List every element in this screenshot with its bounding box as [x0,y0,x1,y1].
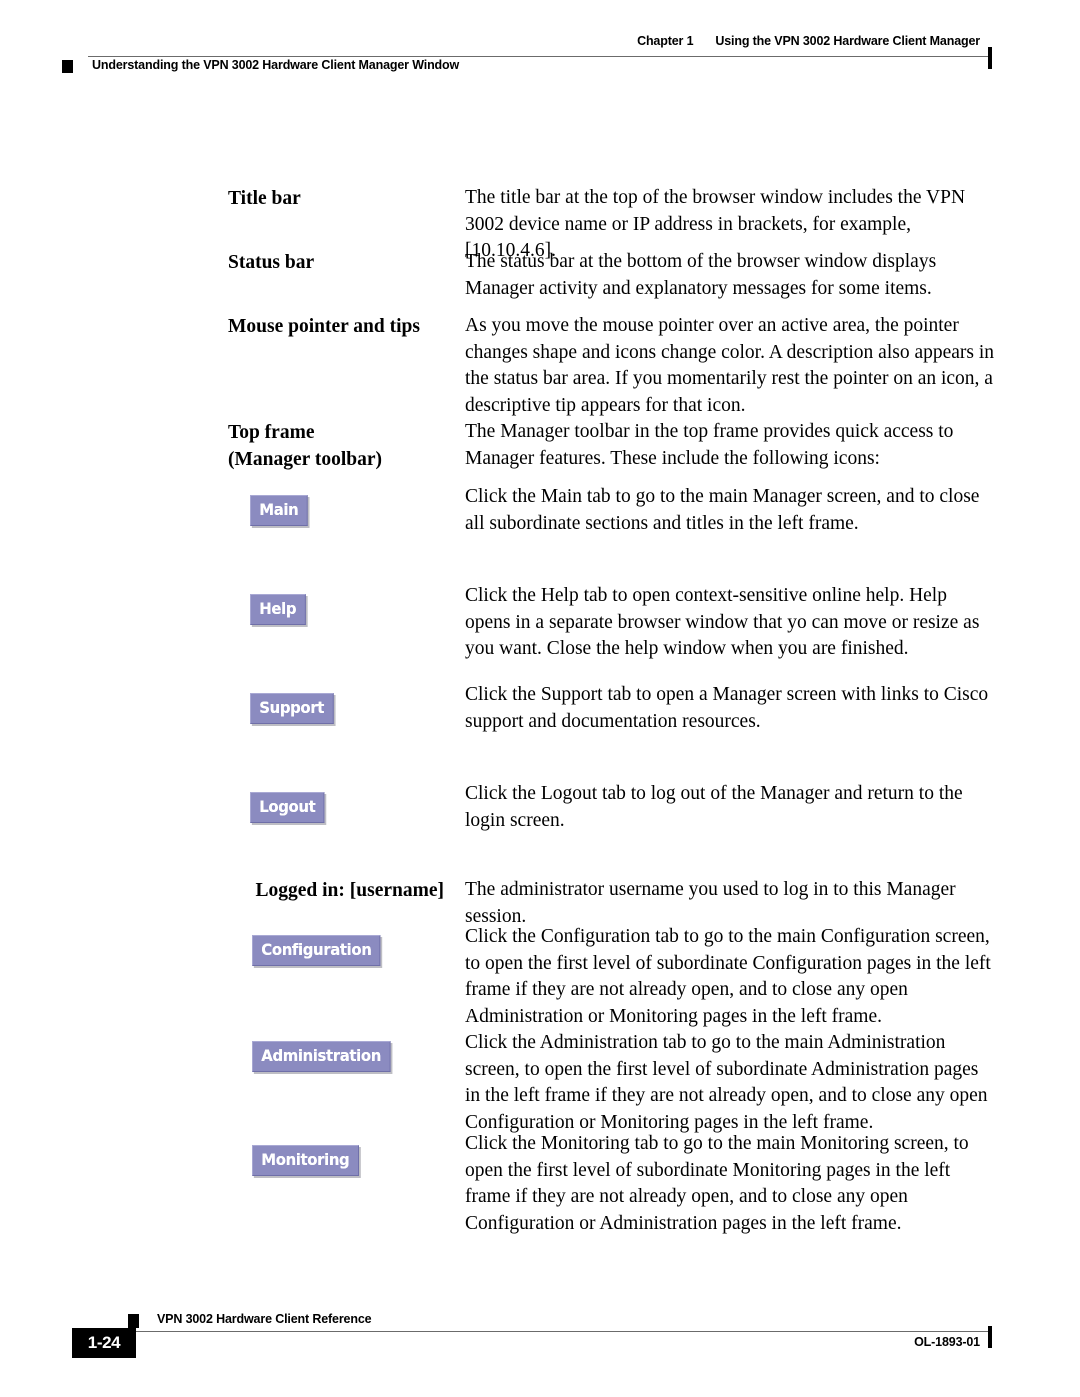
header-edge-tick [988,47,992,69]
square-bullet-icon [128,1314,139,1328]
square-bullet-icon [62,60,73,73]
help-tab-icon[interactable]: Help [250,594,306,625]
definition-description: Click the Main tab to go to the main Man… [465,486,980,534]
definition-description: The status bar at the bottom of the brow… [465,251,937,299]
definition-description: Click the Help tab to open context-sensi… [465,585,980,659]
definition-label: Top frame (Manager toolbar) [228,419,453,473]
header-chapter-line: Chapter 1 Using the VPN 3002 Hardware Cli… [637,34,980,48]
definition-description: Click the Support tab to open a Manager … [465,684,989,732]
header-chapter-number: Chapter 1 [637,34,694,48]
definition-label-line1: Top frame [228,422,315,443]
definition-description: Click the Administration tab to go to th… [465,1032,988,1133]
administration-tab-icon[interactable]: Administration [252,1041,391,1072]
definition-label-line2: (Manager toolbar) [228,449,382,470]
configuration-tab-icon[interactable]: Configuration [252,935,381,966]
definition-label: Title bar [228,188,301,209]
header-chapter-title: Using the VPN 3002 Hardware Client Manag… [715,34,980,48]
footer-divider [136,1331,990,1332]
page-number-badge: 1-24 [72,1328,136,1358]
monitoring-tab-icon[interactable]: Monitoring [252,1145,359,1176]
header-divider [88,56,990,57]
definition-label: Logged in: [username] [255,880,445,901]
main-tab-icon[interactable]: Main [250,495,308,526]
definition-description: Click the Logout tab to log out of the M… [465,783,963,831]
support-tab-icon[interactable]: Support [250,693,334,724]
definition-description: Click the Monitoring tab to go to the ma… [465,1133,969,1234]
definition-description: The administrator username you used to l… [465,879,956,927]
definition-label: Status bar [228,252,315,273]
footer-book-title: VPN 3002 Hardware Client Reference [157,1312,372,1326]
footer-document-id: OL-1893-01 [914,1335,980,1349]
definition-description: Click the Configuration tab to go to the… [465,926,991,1027]
definition-description: The Manager toolbar in the top frame pro… [465,421,954,469]
page-header: Chapter 1 Using the VPN 3002 Hardware Cli… [0,34,1080,80]
logout-tab-icon[interactable]: Logout [250,792,325,823]
header-running-head: Understanding the VPN 3002 Hardware Clie… [92,58,460,72]
definition-label: Mouse pointer and tips [228,316,420,337]
definition-description: As you move the mouse pointer over an ac… [465,315,995,416]
footer-edge-tick [988,1326,992,1348]
page-footer: VPN 3002 Hardware Client Reference 1-24 … [0,1300,1080,1380]
document-page: Chapter 1 Using the VPN 3002 Hardware Cli… [0,0,1080,1397]
